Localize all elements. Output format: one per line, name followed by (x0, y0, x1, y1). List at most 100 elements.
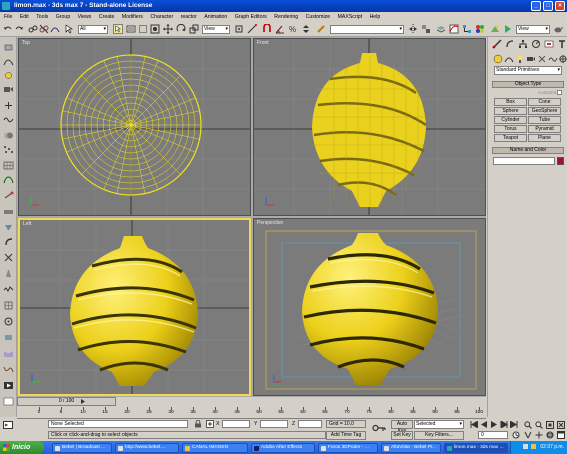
geosphere-button[interactable]: GeoSphere (528, 107, 561, 115)
render-type-dropdown[interactable]: View (516, 25, 550, 34)
autogrid-checkbox-box[interactable] (557, 90, 563, 96)
menu-views[interactable]: Views (78, 14, 92, 20)
space-warp-tool-icon[interactable] (3, 115, 14, 124)
minimize-button[interactable]: _ (531, 1, 541, 11)
select-and-move-icon[interactable] (163, 24, 173, 34)
quick-render-teapot-icon[interactable] (553, 24, 563, 34)
set-key-icon[interactable] (372, 423, 386, 433)
create-panel-tab-icon[interactable] (492, 39, 502, 49)
z-coordinate-input[interactable] (298, 420, 322, 428)
menu-create[interactable]: Create (99, 14, 115, 20)
menu-animation[interactable]: Animation (204, 14, 227, 20)
tube-button[interactable]: Tube (528, 116, 561, 124)
unlink-icon[interactable] (39, 24, 49, 34)
start-button[interactable]: Inicio (0, 441, 44, 454)
menu-file[interactable]: File (4, 14, 12, 20)
cone-button[interactable]: Cone (528, 98, 561, 106)
object-name-input[interactable] (493, 157, 555, 165)
dynamics-tool-icon[interactable] (3, 191, 14, 200)
curve-editor-icon[interactable] (449, 24, 459, 34)
menu-modifiers[interactable]: Modifiers (122, 14, 143, 20)
key-filters-button[interactable]: Key Filters... (414, 431, 464, 440)
bend-modifier-icon[interactable] (3, 237, 14, 246)
rope-tool-icon[interactable] (3, 365, 14, 374)
particle-system-tool-icon[interactable] (3, 145, 14, 154)
object-type-rollout-header[interactable]: Object Type (492, 81, 564, 88)
cloth-tool-icon[interactable] (3, 349, 14, 358)
reference-coordinate-dropdown[interactable]: View (202, 25, 230, 34)
open-listener-icon[interactable] (3, 397, 14, 406)
time-slider-next-icon[interactable] (80, 398, 86, 405)
viewport-left[interactable]: Left (18, 218, 251, 396)
hierarchy-panel-tab-icon[interactable] (518, 39, 528, 49)
menu-maxscript[interactable]: MAXScript (338, 14, 363, 20)
space-warps-category-icon[interactable] (548, 54, 558, 64)
quick-render-icon[interactable] (503, 24, 513, 34)
named-selection-sets-dropdown[interactable] (330, 25, 404, 34)
spinner-snap-icon[interactable] (301, 24, 311, 34)
select-object-icon[interactable] (64, 24, 74, 34)
torus-button[interactable]: Torus (494, 125, 527, 133)
modify-panel-tab-icon[interactable] (505, 39, 515, 49)
create-light-tool-icon[interactable] (3, 71, 14, 80)
uvw-map-icon[interactable] (3, 301, 14, 310)
taskbar-item[interactable]: CANAL IMAGEN (182, 443, 248, 453)
edit-named-selection-icon[interactable] (316, 24, 326, 34)
material-editor-icon[interactable] (475, 24, 485, 34)
zoom-extents-all-icon[interactable] (557, 421, 565, 429)
absolute-mode-transform-icon[interactable] (206, 420, 214, 428)
undo-icon[interactable] (3, 24, 13, 34)
nurbs-tool-icon[interactable] (3, 175, 14, 184)
play-animation-icon[interactable] (490, 421, 498, 428)
patch-grid-tool-icon[interactable] (3, 161, 14, 170)
mirror-icon[interactable] (408, 24, 418, 34)
create-helper-tool-icon[interactable] (3, 101, 14, 110)
field-of-view-icon[interactable] (524, 431, 532, 439)
bind-to-space-warp-icon[interactable] (50, 24, 60, 34)
time-configuration-icon[interactable] (512, 431, 520, 439)
box-button[interactable]: Box (494, 98, 527, 106)
maximize-viewport-icon[interactable] (557, 431, 565, 439)
key-mode-dropdown[interactable]: Selected (414, 420, 464, 429)
menu-graph-editors[interactable]: Graph Editors (235, 14, 267, 20)
maximize-button[interactable]: □ (543, 1, 553, 11)
viewport-top[interactable]: Top (18, 38, 251, 216)
select-object-button[interactable] (113, 24, 123, 34)
pyramid-button[interactable]: Pyramid (528, 125, 561, 133)
previous-frame-icon[interactable] (480, 421, 488, 428)
name-and-color-rollout-header[interactable]: Name and Color (492, 147, 564, 154)
motion-panel-tab-icon[interactable] (531, 39, 541, 49)
twist-modifier-icon[interactable] (3, 253, 14, 262)
next-frame-icon[interactable] (500, 421, 508, 428)
preview-animation-icon[interactable] (3, 381, 14, 390)
angle-snap-icon[interactable] (275, 24, 285, 34)
create-camera-tool-icon[interactable] (3, 85, 14, 94)
teapot-button[interactable]: Teapot (494, 134, 527, 142)
menu-tools[interactable]: Tools (36, 14, 48, 20)
geometry-category-icon[interactable] (493, 54, 503, 64)
select-and-scale-icon[interactable] (189, 24, 199, 34)
redo-icon[interactable] (14, 24, 24, 34)
zoom-extents-icon[interactable] (546, 421, 554, 429)
select-and-manipulate-icon[interactable] (247, 24, 257, 34)
taskbar-item[interactable]: http://www.bebel.... (115, 443, 179, 453)
use-pivot-center-icon[interactable] (234, 24, 244, 34)
snaps-toggle-icon[interactable] (262, 24, 272, 34)
create-shape-tool-icon[interactable] (3, 57, 14, 66)
taper-modifier-icon[interactable] (3, 269, 14, 278)
add-time-tag-button[interactable]: Add Time Tag (326, 431, 366, 440)
rigid-body-icon[interactable] (3, 333, 14, 342)
compound-object-tool-icon[interactable] (3, 131, 14, 140)
auto-key-button[interactable]: Auto Key (391, 420, 413, 434)
menu-customize[interactable]: Customize (306, 14, 331, 20)
display-panel-tab-icon[interactable] (544, 39, 554, 49)
systems-category-icon[interactable] (558, 54, 567, 64)
menu-reactor[interactable]: reactor (181, 14, 197, 20)
time-slider[interactable]: 0 / 100 (17, 397, 116, 406)
taskbar-item[interactable]: limon.max - 3ds max ... (444, 443, 508, 453)
helpers-category-icon[interactable] (537, 54, 547, 64)
percent-snap-icon[interactable]: % (288, 24, 298, 34)
select-by-name-icon[interactable] (126, 24, 136, 34)
object-color-swatch[interactable] (557, 157, 564, 165)
pan-view-icon[interactable] (535, 431, 543, 439)
